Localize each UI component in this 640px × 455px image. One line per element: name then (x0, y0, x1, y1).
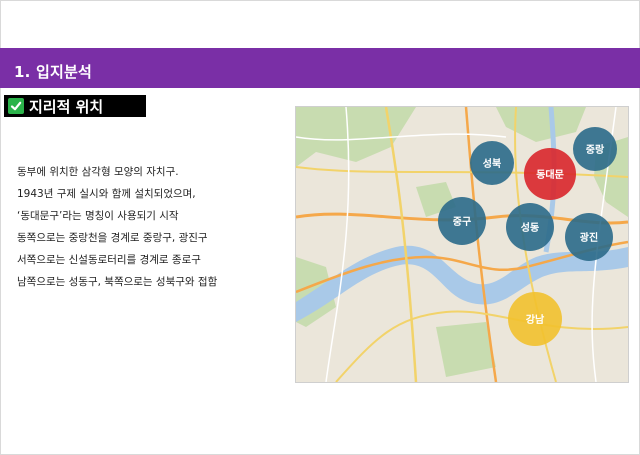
map-park (436, 322, 496, 377)
district-label: 성동 (521, 221, 539, 234)
description-line: ‘동대문구’라는 명칭이 사용되기 시작 (17, 210, 179, 222)
section-title: 1. 입지분석 (14, 63, 92, 81)
description-text: 동부에 위치한 삼각형 모양의 자치구. 1943년 구제 실시와 함께 설치되… (17, 161, 277, 293)
description-line: 1943년 구제 실시와 함께 설치되었으며, (17, 188, 196, 200)
district-label: 성북 (483, 157, 501, 170)
check-icon (8, 98, 24, 114)
section-header-bar: 1. 입지분석 (0, 48, 640, 88)
description-line: 동쪽으로는 중랑천을 경계로 중랑구, 광진구 (17, 232, 208, 244)
district-label: 강남 (526, 313, 545, 326)
district-label: 중구 (453, 216, 471, 228)
description-line: 서쪽으로는 신설동로터리를 경계로 종로구 (17, 254, 201, 266)
district-label: 동대문 (536, 168, 564, 181)
district-label: 광진 (580, 231, 598, 244)
description-line: 동부에 위치한 삼각형 모양의 자치구. (17, 166, 179, 178)
district-label: 중랑 (586, 144, 605, 156)
description-line: 남쪽으로는 성동구, 북쪽으로는 성북구와 접함 (17, 276, 218, 288)
subsection-title: 지리적 위치 (29, 97, 104, 116)
seoul-map: 성북 동대문 중랑 중구 성동 광진 강남 (295, 106, 629, 383)
subsection-badge: 지리적 위치 (4, 95, 146, 117)
